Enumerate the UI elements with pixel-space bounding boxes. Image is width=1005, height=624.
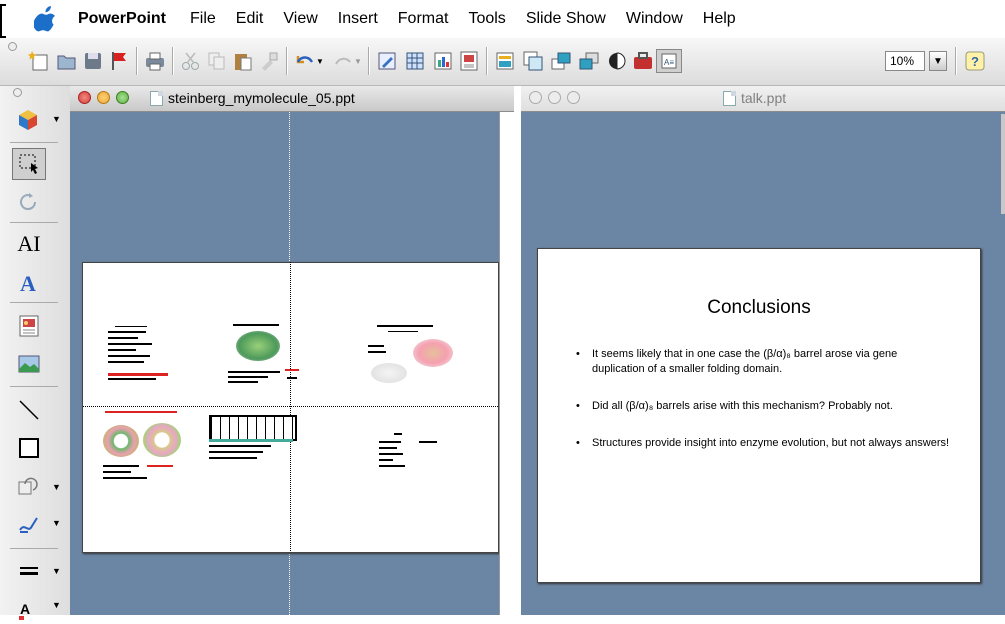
insert-chart-icon[interactable] [430,49,456,73]
menu-tools[interactable]: Tools [468,10,505,28]
bring-to-front-icon[interactable] [548,49,574,73]
save-icon[interactable] [80,49,106,73]
document-window-talk: talk.ppt Conclusions It seems likely tha… [521,86,1005,615]
menu-app-name[interactable]: PowerPoint [78,10,166,28]
text-box-icon[interactable]: AI [12,228,46,260]
open-folder-icon[interactable] [54,49,80,73]
autoshapes-icon[interactable] [12,104,46,136]
window-title-bar[interactable]: talk.ppt [521,86,1005,112]
close-button[interactable] [78,91,91,104]
minimize-button[interactable] [548,91,561,104]
menu-slide-show[interactable]: Slide Show [526,10,606,28]
horizontal-guide[interactable] [83,406,498,407]
line-style-icon[interactable] [12,556,46,588]
minimize-button[interactable] [97,91,110,104]
menu-file[interactable]: File [190,10,216,28]
connectors-icon[interactable] [12,508,46,540]
slide-thumbnails[interactable] [82,262,499,553]
slide[interactable]: Conclusions It seems likely that in one … [537,248,981,583]
document-icon [723,90,736,106]
insert-picture-icon[interactable] [456,49,482,73]
window-title: steinberg_mymolecule_05.ppt [168,90,355,106]
bullet-item[interactable]: Structures provide insight into enzyme e… [572,436,952,451]
cut-icon[interactable] [178,49,204,73]
zoom-value: 10% [890,54,915,68]
menu-bar: PowerPoint File Edit View Insert Format … [0,0,1005,39]
menu-help[interactable]: Help [703,10,736,28]
select-objects-icon[interactable] [12,148,46,180]
flag-icon[interactable] [106,49,132,73]
window-title-bar[interactable]: steinberg_mymolecule_05.ppt [70,86,514,112]
zoom-field[interactable]: 10% [885,51,925,71]
menu-insert[interactable]: Insert [338,10,378,28]
copy-icon[interactable] [204,49,230,73]
close-button[interactable] [529,91,542,104]
slide-canvas[interactable]: Conclusions It seems likely that in one … [521,112,1005,615]
wordart-icon[interactable]: A [12,266,46,298]
menu-edit[interactable]: Edit [236,10,264,28]
undo-dropdown-icon[interactable]: ▼ [314,49,326,73]
svg-text:A≡: A≡ [664,58,674,67]
zoom-button[interactable] [567,91,580,104]
right-edge-scroll[interactable] [1001,114,1005,214]
window-title: talk.ppt [741,90,787,106]
zoom-button[interactable] [116,91,129,104]
insert-table-icon[interactable] [402,49,428,73]
drawing-palette: ▼ AI A ▼ ▼ ▼ A ▼ [0,86,71,620]
send-to-back-icon[interactable] [576,49,602,73]
svg-text:?: ? [971,54,979,69]
format-painter-icon[interactable] [256,49,282,73]
formatting-palette-icon[interactable]: A≡ [656,49,682,73]
font-color-icon[interactable]: A [12,592,46,624]
picture-from-file-icon[interactable] [12,348,46,380]
bullet-item[interactable]: Did all (β/α)₈ barrels arise with this m… [572,399,952,414]
fill-color-icon[interactable] [604,49,630,73]
document-icon [150,90,163,106]
menu-window[interactable]: Window [626,10,683,28]
apple-menu-icon[interactable] [30,5,60,33]
document-window-steinberg: steinberg_mymolecule_05.ppt [70,86,514,615]
screen-edge [0,4,6,38]
vertical-scrollbar[interactable] [499,112,514,615]
clip-art-icon[interactable] [12,310,46,342]
slide-title[interactable]: Conclusions [538,297,980,319]
redo-dropdown-icon[interactable]: ▼ [352,49,364,73]
help-icon[interactable]: ? [962,49,988,73]
line-tool-icon[interactable] [12,394,46,426]
bullet-item[interactable]: It seems likely that in one case the (β/… [572,347,952,377]
menu-format[interactable]: Format [398,10,449,28]
basic-shapes-icon[interactable] [12,470,46,502]
print-icon[interactable] [142,49,168,73]
rotate-icon[interactable] [12,186,46,218]
zoom-dropdown-icon[interactable]: ▼ [929,51,947,71]
rectangle-tool-icon[interactable] [12,432,46,464]
slide-bullets[interactable]: It seems likely that in one case the (β/… [572,347,952,473]
menu-view[interactable]: View [283,10,317,28]
window-gap [514,86,521,615]
toolbar-grip[interactable] [8,42,17,51]
new-slide-layout-icon[interactable] [492,49,518,73]
svg-text:A: A [20,271,36,294]
new-slide-icon[interactable] [26,49,52,73]
slide-sorter-canvas[interactable] [70,112,500,615]
toolbox-icon[interactable] [630,49,656,73]
palette-grip[interactable] [13,88,22,97]
paste-icon[interactable] [230,49,256,73]
standard-toolbar: ▼ ▼ A≡ 10% ▼ ? [0,38,1005,86]
edit-text-icon[interactable] [374,49,400,73]
duplicate-slide-icon[interactable] [520,49,546,73]
